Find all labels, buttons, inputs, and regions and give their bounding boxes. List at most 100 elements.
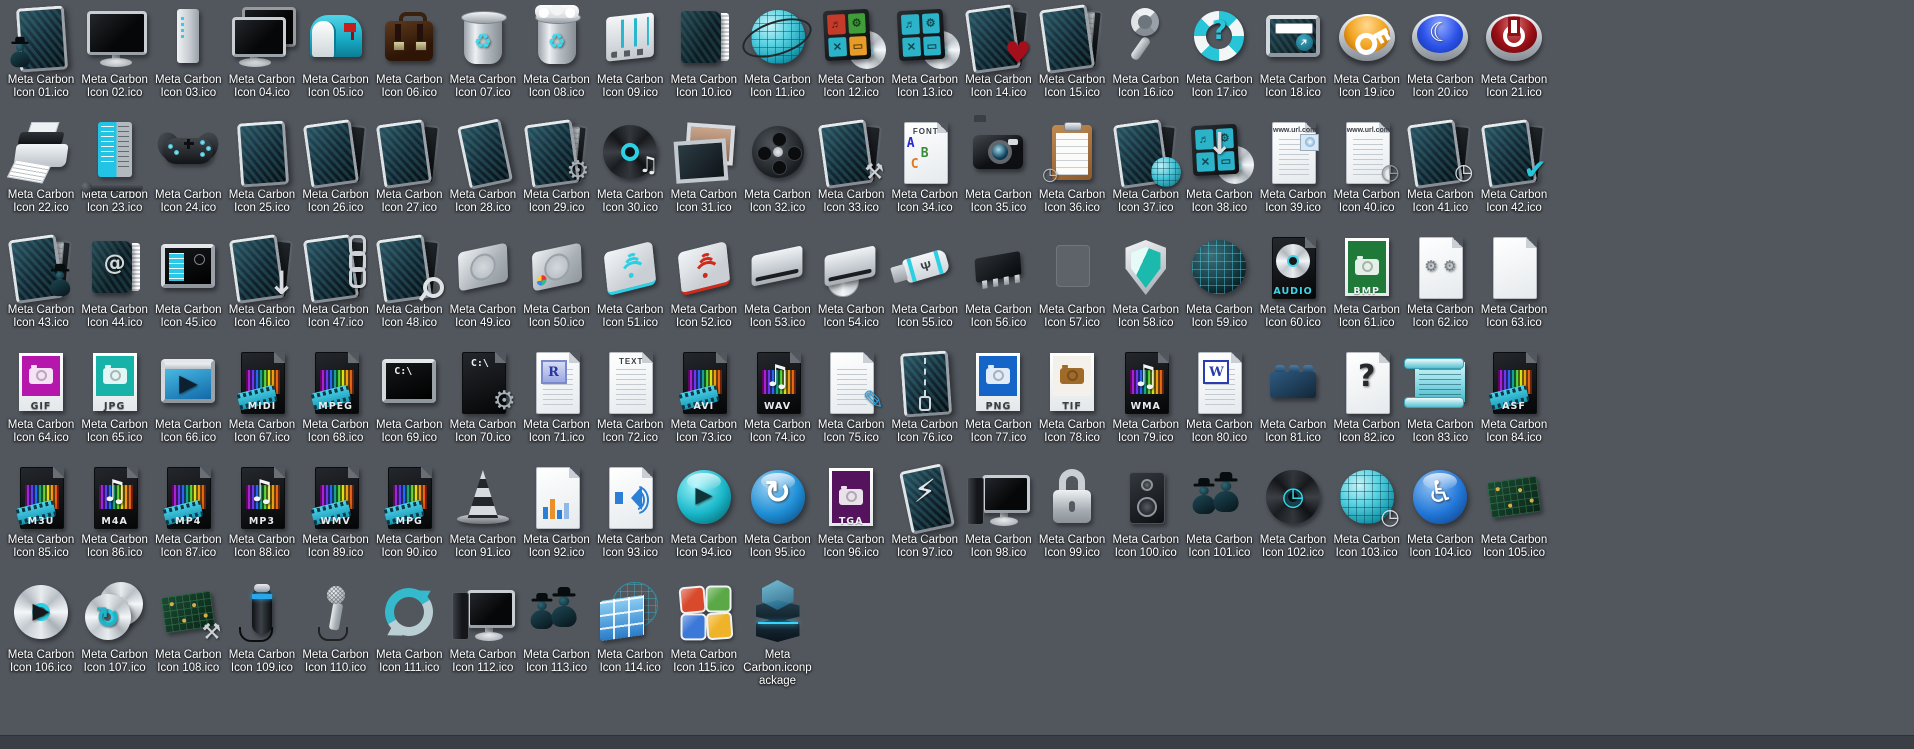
file-item[interactable]: Meta Carbon Icon 115.ico [667, 580, 741, 675]
file-item[interactable]: ↓ Meta Carbon Icon 46.ico [225, 233, 299, 330]
file-item[interactable]: ♫ Meta Carbon Icon 30.ico [593, 120, 667, 215]
file-item[interactable]: Meta Carbon Icon 53.ico [741, 235, 815, 330]
file-item[interactable]: Meta Carbon Icon 49.ico [446, 235, 520, 330]
file-item[interactable]: Meta Carbon Icon 16.ico [1109, 5, 1183, 100]
file-item[interactable]: Meta Carbon Icon 19.ico [1330, 5, 1404, 100]
file-item[interactable]: W Meta Carbon Icon 80.ico [1182, 350, 1256, 445]
file-item[interactable]: ↻ Meta Carbon Icon 95.ico [741, 465, 815, 560]
file-item[interactable]: ♬ ⚙ ✕ ▭ Meta Carbon Icon 13.ico [888, 5, 962, 100]
file-item[interactable]: Meta Carbon Icon 09.ico [593, 5, 667, 100]
file-item[interactable]: ♻ Meta Carbon Icon 07.ico [446, 5, 520, 100]
file-item[interactable]: ♻ Meta Carbon Icon 08.ico [520, 5, 594, 100]
file-item[interactable]: Meta Carbon Icon 47.ico [299, 233, 373, 330]
file-item[interactable]: Meta Carbon Icon 100.ico [1109, 465, 1183, 560]
file-item[interactable]: ⚙ ⚙ Meta Carbon Icon 62.ico [1403, 235, 1477, 330]
file-item[interactable]: Meta Carbon Icon 63.ico [1477, 235, 1551, 330]
file-item[interactable]: TGA Meta Carbon Icon 96.ico [814, 465, 888, 560]
file-item[interactable]: Meta Carbon Icon 05.ico [299, 5, 373, 100]
file-item[interactable]: BMP Meta Carbon Icon 61.ico [1330, 235, 1404, 330]
file-item[interactable]: ♫ WMA Meta Carbon Icon 79.ico [1109, 350, 1183, 445]
file-item[interactable]: Meta Carbon Icon 83.ico [1403, 350, 1477, 445]
file-item[interactable]: Meta Carbon Icon 03.ico [151, 5, 225, 100]
file-item[interactable]: PNG Meta Carbon Icon 77.ico [961, 350, 1035, 445]
file-item[interactable]: Meta Carbon Icon 52.ico [667, 235, 741, 330]
file-item[interactable]: Meta Carbon Icon 56.ico [961, 235, 1035, 330]
file-item[interactable]: Meta Carbon Icon 26.ico [299, 118, 373, 215]
file-item[interactable]: Meta Carbon Icon 114.ico [593, 580, 667, 675]
file-item[interactable]: Meta Carbon Icon 110.ico [299, 580, 373, 675]
file-item[interactable]: Meta Carbon Icon 92.ico [520, 465, 594, 560]
file-item[interactable]: ♫ WAV Meta Carbon Icon 74.ico [741, 350, 815, 445]
file-item[interactable]: ✎ Meta Carbon Icon 75.ico [814, 350, 888, 445]
file-item[interactable]: AVI Meta Carbon Icon 73.ico [667, 350, 741, 445]
file-item[interactable]: Meta Carbon Icon 27.ico [372, 118, 446, 215]
file-item[interactable]: WMV Meta Carbon Icon 89.ico [299, 465, 373, 560]
file-item[interactable]: ▶ Meta Carbon Icon 94.ico [667, 465, 741, 560]
file-item[interactable]: ♬ ⚙ ✕ ▭ ↓ Meta Carbon Icon 38.ico [1182, 120, 1256, 215]
file-item[interactable]: ▶ Meta Carbon Icon 66.ico [151, 350, 225, 445]
file-item[interactable]: Meta Carbon Icon 24.ico [151, 120, 225, 215]
file-item[interactable]: Meta Carbon Icon 35.ico [961, 115, 1035, 215]
file-item[interactable]: MPEG Meta Carbon Icon 68.ico [299, 350, 373, 445]
file-item[interactable]: ⚒ Meta Carbon Icon 33.ico [814, 118, 888, 215]
file-item[interactable]: Meta Carbon Icon 02.ico [78, 5, 152, 100]
file-item[interactable]: Meta Carbon Icon 59.ico [1182, 235, 1256, 330]
file-item[interactable]: FONT A B C Meta Carbon Icon 34.ico [888, 120, 962, 215]
file-item[interactable]: Meta Carbon Icon 48.ico [372, 233, 446, 330]
file-item[interactable]: ☾ Meta Carbon Icon 20.ico [1403, 5, 1477, 100]
file-item[interactable]: Meta Carbon Icon 109.ico [225, 580, 299, 675]
file-item[interactable]: Meta Carbon Icon 43.ico [4, 233, 78, 330]
file-item[interactable]: C:\ Meta Carbon Icon 69.ico [372, 350, 446, 445]
file-item[interactable]: Meta Carbon Icon 04.ico [225, 5, 299, 100]
file-item[interactable]: Meta Carbon Icon 113.ico [520, 580, 594, 675]
file-item[interactable]: ♬ ⚙ ✕ ▭ Meta Carbon Icon 12.ico [814, 5, 888, 100]
file-item[interactable]: Meta Carbon Icon 91.ico [446, 465, 520, 560]
file-item[interactable]: ◷ Meta Carbon Icon 36.ico [1035, 120, 1109, 215]
file-item[interactable]: Meta Carbon Icon 25.ico [225, 120, 299, 215]
file-item[interactable]: Meta Carbon Icon 58.ico [1109, 235, 1183, 330]
file-item[interactable]: ◷ Meta Carbon Icon 103.ico [1330, 465, 1404, 560]
file-item[interactable]: Meta Carbon.iconpackage [741, 580, 815, 688]
file-item[interactable]: Ψ Meta Carbon Icon 55.ico [888, 235, 962, 330]
file-item[interactable]: MPG Meta Carbon Icon 90.ico [372, 465, 446, 560]
file-item[interactable]: ? Meta Carbon Icon 82.ico [1330, 350, 1404, 445]
file-item[interactable]: Meta Carbon Icon 101.ico [1182, 465, 1256, 560]
file-item[interactable]: Meta Carbon Icon 11.ico [737, 5, 816, 100]
file-item[interactable]: ♥ Meta Carbon Icon 14.ico [961, 3, 1035, 100]
file-item[interactable]: Meta Carbon Icon 10.ico [667, 5, 741, 100]
file-item[interactable]: Meta Carbon Icon 51.ico [593, 235, 667, 330]
file-item[interactable]: Meta Carbon Icon 31.ico [667, 120, 741, 215]
file-item[interactable]: Meta Carbon Icon 06.ico [372, 5, 446, 100]
file-item[interactable]: TIF Meta Carbon Icon 78.ico [1035, 350, 1109, 445]
file-item[interactable]: Meta Carbon Icon 57.ico [1035, 235, 1109, 330]
file-item[interactable]: Meta Carbon Icon 37.ico [1109, 118, 1183, 215]
file-item[interactable]: ↻ Meta Carbon Icon 107.ico [78, 580, 152, 675]
file-item[interactable]: R Meta Carbon Icon 71.ico [520, 350, 594, 445]
file-item[interactable]: Meta Carbon Icon 15.ico [1035, 3, 1109, 100]
file-item[interactable]: @ Meta Carbon Icon 44.ico [78, 235, 152, 330]
file-item[interactable]: ♫ M4A Meta Carbon Icon 86.ico [78, 465, 152, 560]
file-item[interactable]: Meta Carbon Icon 105.ico [1477, 465, 1551, 560]
file-item[interactable]: AUDIO Meta Carbon Icon 60.ico [1256, 235, 1330, 330]
file-item[interactable]: ⚙ Meta Carbon Icon 29.ico [520, 118, 594, 215]
file-item[interactable]: MIDI Meta Carbon Icon 67.ico [225, 350, 299, 445]
file-item[interactable]: ✔ Meta Carbon Icon 42.ico [1477, 118, 1551, 215]
file-item[interactable]: TEXT Meta Carbon Icon 72.ico [593, 350, 667, 445]
file-item[interactable]: M3U Meta Carbon Icon 85.ico [4, 465, 78, 560]
file-item[interactable]: ▶ Meta Carbon Icon 106.ico [4, 580, 78, 675]
file-item[interactable]: ⚡ Meta Carbon Icon 97.ico [888, 463, 962, 560]
file-item[interactable]: GIF Meta Carbon Icon 64.ico [4, 350, 78, 445]
file-item[interactable]: Meta Carbon Icon 99.ico [1035, 465, 1109, 560]
file-item[interactable]: MP4 Meta Carbon Icon 87.ico [151, 465, 225, 560]
file-item[interactable]: ♫ MP3 Meta Carbon Icon 88.ico [225, 465, 299, 560]
file-item[interactable]: C:\ ⚙ Meta Carbon Icon 70.ico [446, 350, 520, 445]
file-item[interactable]: Meta Carbon Icon 54.ico [814, 235, 888, 330]
file-item[interactable]: Meta Carbon Icon 98.ico [961, 465, 1035, 560]
file-item[interactable]: JPG Meta Carbon Icon 65.ico [78, 350, 152, 445]
file-item[interactable]: Meta Carbon Icon 111.ico [372, 579, 446, 675]
file-item[interactable]: Meta Carbon Icon 32.ico [741, 120, 815, 215]
file-item[interactable]: ➔ Meta Carbon Icon 18.ico [1256, 5, 1330, 100]
file-item[interactable]: www.url.com ◷ Meta Carbon Icon 40.ico [1330, 120, 1404, 215]
file-item[interactable]: ♿ Meta Carbon Icon 104.ico [1403, 465, 1477, 560]
file-item[interactable]: Meta Carbon Icon 93.ico [593, 465, 667, 560]
